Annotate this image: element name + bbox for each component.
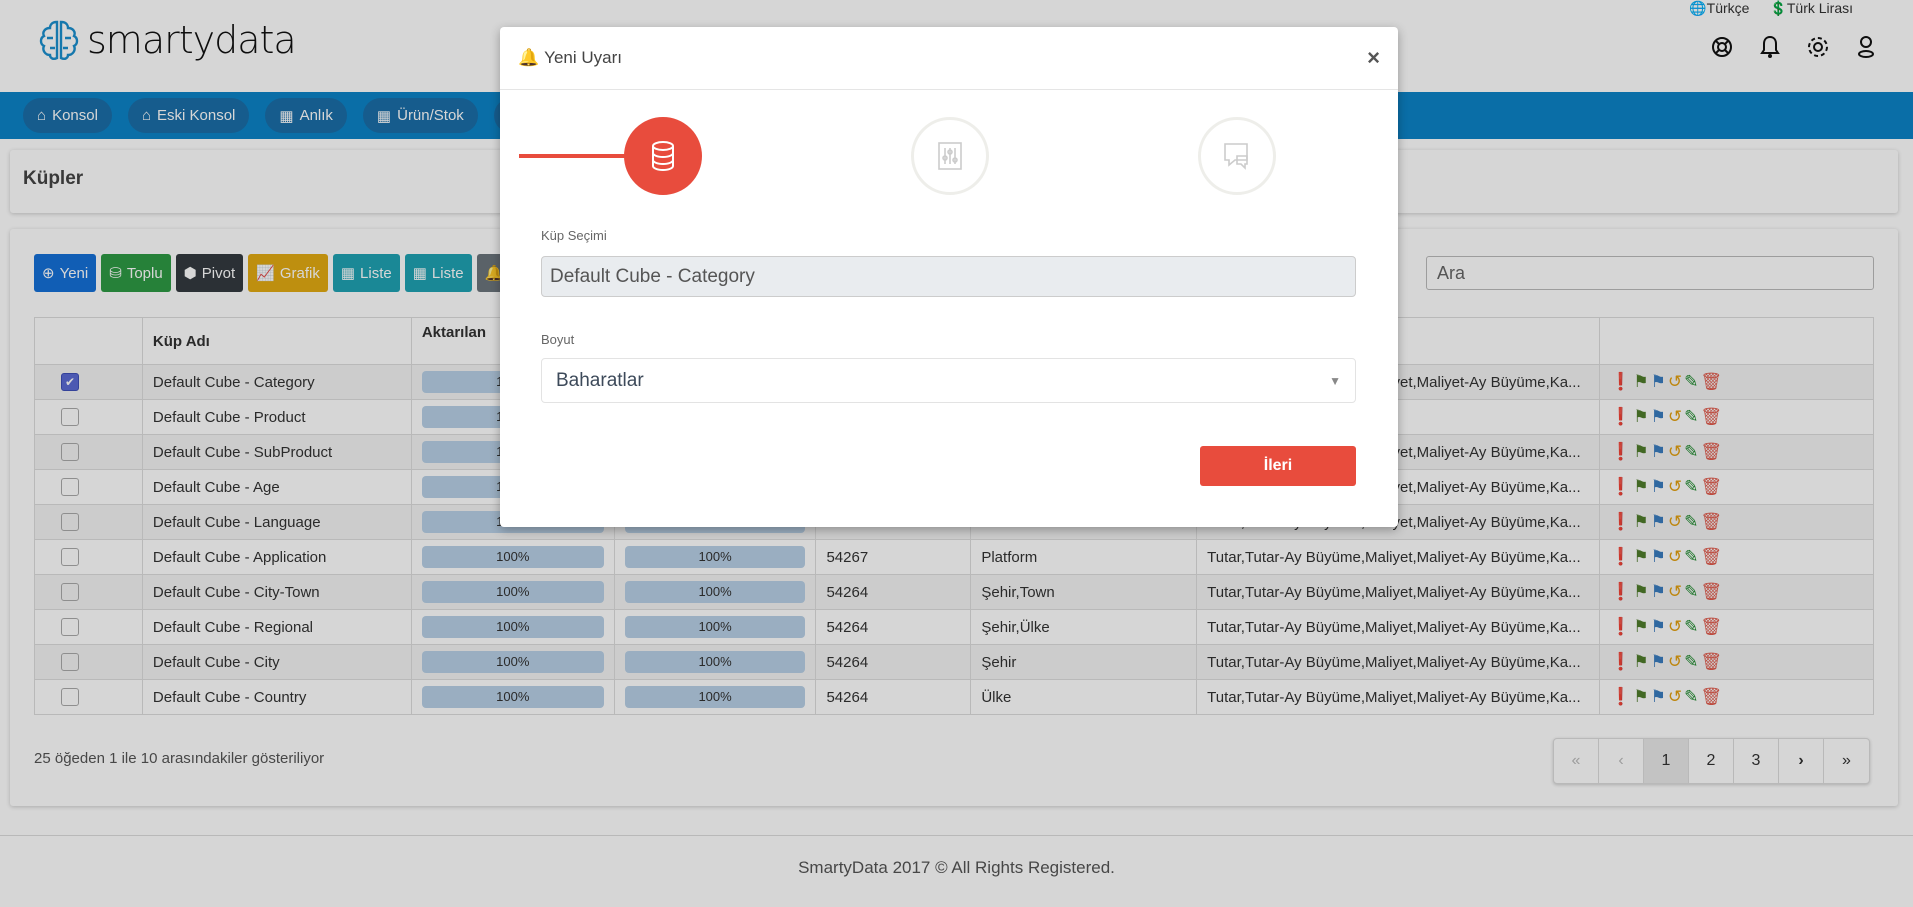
cube-label: Küp Seçimi — [541, 228, 607, 243]
step-cube[interactable] — [624, 117, 702, 195]
next-button[interactable]: İleri — [1200, 446, 1356, 486]
step-settings[interactable] — [911, 117, 989, 195]
new-alert-modal: 🔔 Yeni Uyarı × Küp Seçimi Default Cube -… — [500, 27, 1398, 527]
step-progress-line — [519, 154, 625, 158]
bell-icon: 🔔 — [518, 48, 540, 67]
dimension-value: Baharatlar — [556, 369, 644, 391]
chevron-down-icon: ▼ — [1329, 373, 1341, 388]
dimension-label: Boyut — [541, 332, 575, 347]
close-button[interactable]: × — [1367, 45, 1380, 71]
database-icon — [652, 141, 674, 171]
sliders-icon — [938, 142, 962, 170]
comments-icon — [1224, 143, 1248, 170]
cube-field: Default Cube - Category — [541, 256, 1356, 297]
modal-header: 🔔 Yeni Uyarı × — [500, 27, 1398, 90]
modal-title: Yeni Uyarı — [544, 48, 622, 67]
step-message[interactable] — [1198, 117, 1276, 195]
dimension-select[interactable]: Baharatlar ▼ — [541, 358, 1356, 403]
cube-value: Default Cube - Category — [550, 265, 755, 287]
